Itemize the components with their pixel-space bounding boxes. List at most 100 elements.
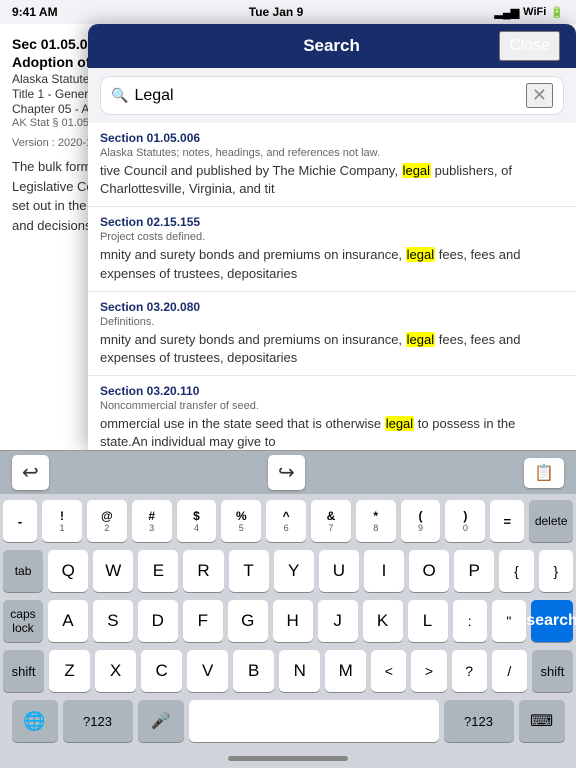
result-item[interactable]: Section 03.20.080 Definitions. mnity and…: [88, 292, 576, 376]
key-i[interactable]: I: [364, 550, 404, 592]
keyboard-body: - !1 @2 #3 $4 %5 ^6 &7 *8 (9 )0 = delete…: [0, 494, 576, 748]
bottom-row: 🌐 ?123 🎤 ?123 ⌨: [3, 700, 573, 742]
status-bar: 9:41 AM Tue Jan 9 ▂▄▆ WiFi 🔋: [0, 0, 576, 24]
wifi-icon: WiFi: [523, 6, 546, 18]
result-text: mnity and surety bonds and premiums on i…: [100, 331, 564, 367]
key-w[interactable]: W: [93, 550, 133, 592]
result-section: Section 01.05.006: [100, 131, 564, 145]
result-item[interactable]: Section 02.15.155 Project costs defined.…: [88, 207, 576, 291]
key-v[interactable]: V: [187, 650, 228, 692]
search-input[interactable]: [134, 87, 525, 105]
key-u[interactable]: U: [319, 550, 359, 592]
keyboard-area: ↩ ↪ 📋 - !1 @2 #3 $4 %5 ^6 &7 *8 (9 )0 = …: [0, 450, 576, 768]
key-gt[interactable]: >: [411, 650, 446, 692]
key-2[interactable]: @2: [87, 500, 127, 542]
tab-key[interactable]: tab: [3, 550, 43, 592]
key-k[interactable]: K: [363, 600, 403, 642]
key-s[interactable]: S: [93, 600, 133, 642]
key-d[interactable]: D: [138, 600, 178, 642]
result-subsection: Alaska Statutes; notes, headings, and re…: [100, 147, 564, 159]
globe-key[interactable]: 🌐: [12, 700, 58, 742]
status-icons: ▂▄▆ WiFi 🔋: [494, 6, 564, 19]
asdf-row: caps lock A S D F G H J K L : " search: [3, 600, 573, 642]
result-item[interactable]: Section 01.05.006 Alaska Statutes; notes…: [88, 123, 576, 207]
key-q[interactable]: Q: [48, 550, 88, 592]
key-0[interactable]: )0: [445, 500, 485, 542]
key-e[interactable]: E: [138, 550, 178, 592]
result-subsection: Definitions.: [100, 316, 564, 328]
key-5[interactable]: %5: [221, 500, 261, 542]
key-lt[interactable]: <: [371, 650, 406, 692]
redo-button[interactable]: ↪: [268, 455, 305, 490]
search-input-area: 🔍 ✕: [88, 68, 576, 123]
key-l[interactable]: L: [408, 600, 448, 642]
key-r[interactable]: R: [183, 550, 223, 592]
qwerty-row: tab Q W E R T Y U I O P { }: [3, 550, 573, 592]
status-time: 9:41 AM: [12, 5, 58, 19]
delete-key[interactable]: delete: [529, 500, 573, 542]
key-h[interactable]: H: [273, 600, 313, 642]
home-indicator: [228, 756, 348, 761]
key-n[interactable]: N: [279, 650, 320, 692]
key-z[interactable]: Z: [49, 650, 90, 692]
search-key[interactable]: search: [531, 600, 573, 642]
key-7[interactable]: &7: [311, 500, 351, 542]
key-plus[interactable]: =: [490, 500, 524, 542]
key-y[interactable]: Y: [274, 550, 314, 592]
key-x[interactable]: X: [95, 650, 136, 692]
status-day: Tue Jan 9: [249, 5, 303, 19]
key-123-right[interactable]: ?123: [444, 700, 514, 742]
result-text: ommercial use in the state seed that is …: [100, 415, 564, 450]
key-3[interactable]: #3: [132, 500, 172, 542]
key-9[interactable]: (9: [401, 500, 441, 542]
modal-header: Search Close: [88, 24, 576, 68]
results-list[interactable]: Section 01.05.006 Alaska Statutes; notes…: [88, 123, 576, 450]
result-subsection: Project costs defined.: [100, 231, 564, 243]
keyboard-key[interactable]: ⌨: [519, 700, 565, 742]
key-t[interactable]: T: [229, 550, 269, 592]
key-123[interactable]: ?123: [63, 700, 133, 742]
key-4[interactable]: $4: [177, 500, 217, 542]
search-icon: 🔍: [111, 87, 128, 104]
key-minus[interactable]: -: [3, 500, 37, 542]
clear-button[interactable]: ✕: [526, 83, 553, 108]
mic-key[interactable]: 🎤: [138, 700, 184, 742]
key-b[interactable]: B: [233, 650, 274, 692]
paste-button[interactable]: 📋: [524, 458, 564, 488]
key-brace-close[interactable]: }: [539, 550, 573, 592]
key-f[interactable]: F: [183, 600, 223, 642]
result-item[interactable]: Section 03.20.110 Noncommercial transfer…: [88, 376, 576, 450]
key-p[interactable]: P: [454, 550, 494, 592]
search-input-wrapper: 🔍 ✕: [100, 76, 564, 115]
signal-icon: ▂▄▆: [494, 6, 519, 19]
bottom-bar: [0, 748, 576, 768]
key-6[interactable]: ^6: [266, 500, 306, 542]
shift-left-key[interactable]: shift: [3, 650, 44, 692]
result-subsection: Noncommercial transfer of seed.: [100, 400, 564, 412]
shift-right-key[interactable]: shift: [532, 650, 573, 692]
key-c[interactable]: C: [141, 650, 182, 692]
result-section: Section 02.15.155: [100, 215, 564, 229]
zxcv-row: shift Z X C V B N M < > ? / shift: [3, 650, 573, 692]
key-m[interactable]: M: [325, 650, 366, 692]
result-text: tive Council and published by The Michie…: [100, 162, 564, 198]
key-question[interactable]: ?: [452, 650, 487, 692]
undo-button[interactable]: ↩: [12, 455, 49, 490]
key-a[interactable]: A: [48, 600, 88, 642]
key-o[interactable]: O: [409, 550, 449, 592]
key-g[interactable]: G: [228, 600, 268, 642]
result-section: Section 03.20.080: [100, 300, 564, 314]
result-text: mnity and surety bonds and premiums on i…: [100, 246, 564, 282]
key-slash[interactable]: /: [492, 650, 527, 692]
caps-lock-key[interactable]: caps lock: [3, 600, 43, 642]
key-quote[interactable]: ": [492, 600, 526, 642]
space-key[interactable]: [189, 700, 439, 742]
close-button[interactable]: Close: [499, 31, 560, 61]
key-brace-open[interactable]: {: [499, 550, 533, 592]
key-1[interactable]: !1: [42, 500, 82, 542]
key-j[interactable]: J: [318, 600, 358, 642]
battery-icon: 🔋: [550, 6, 564, 19]
key-8[interactable]: *8: [356, 500, 396, 542]
search-modal: Search Close 🔍 ✕ Section 01.05.006 Alask…: [88, 24, 576, 450]
key-colon[interactable]: :: [453, 600, 487, 642]
